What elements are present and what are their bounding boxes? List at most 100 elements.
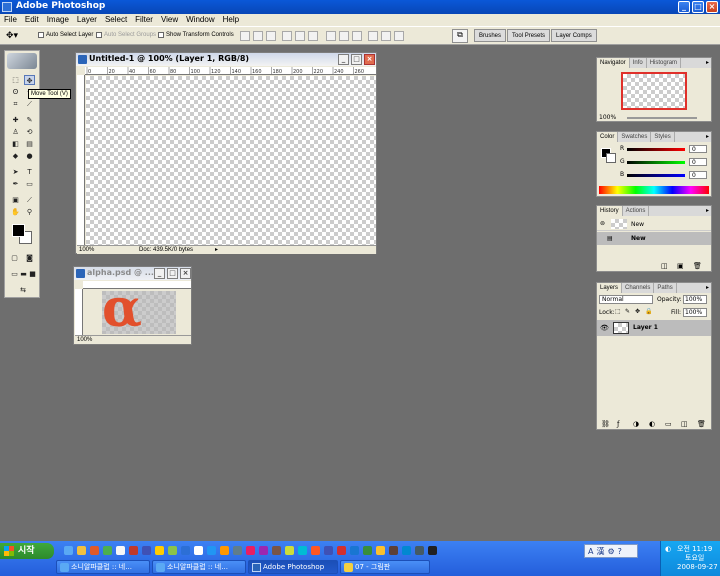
lang-a-icon[interactable]: A	[588, 547, 593, 556]
crop-tool-icon[interactable]: ⌗	[10, 99, 21, 109]
minimize-button[interactable]: _	[678, 1, 690, 13]
menu-image[interactable]: Image	[43, 14, 73, 26]
move-tool-icon[interactable]: ✥	[24, 75, 35, 85]
new-snapshot-icon[interactable]: ▣	[677, 262, 684, 270]
type-tool-icon[interactable]: T	[24, 167, 35, 177]
link-layers-icon[interactable]: ⛓	[601, 420, 610, 428]
align-left-icon[interactable]	[282, 31, 292, 41]
clone-stamp-icon[interactable]: ♙	[10, 127, 21, 137]
navigator-zoom[interactable]: 100%	[599, 114, 616, 121]
tab-navigator[interactable]: Navigator	[597, 58, 630, 68]
lang-settings-icon[interactable]: ⚙	[607, 547, 614, 556]
quicklaunch-app-icon[interactable]	[103, 546, 112, 555]
quicklaunch-app-icon[interactable]	[415, 546, 424, 555]
zoom-tool-icon[interactable]: ⚲	[24, 207, 35, 217]
document-window-alpha[interactable]: alpha.psd @ ... _ □ × α 100%	[73, 266, 192, 345]
healing-brush-icon[interactable]: ✚	[10, 115, 21, 125]
quicklaunch-app-icon[interactable]	[363, 546, 372, 555]
notes-tool-icon[interactable]: ▣	[10, 195, 21, 205]
tab-histogram[interactable]: Histogram	[647, 58, 682, 68]
quicklaunch-app-icon[interactable]	[298, 546, 307, 555]
align-hcenter-icon[interactable]	[295, 31, 305, 41]
quicklaunch-acrobat-icon[interactable]	[337, 546, 346, 555]
history-state[interactable]: ▤ New	[597, 232, 711, 245]
distribute-vcenter-icon[interactable]	[339, 31, 349, 41]
doc-minimize-button[interactable]: _	[154, 268, 165, 279]
quicklaunch-app-icon[interactable]	[194, 546, 203, 555]
channel-r-field[interactable]: 0	[689, 145, 707, 153]
quicklaunch-app-icon[interactable]	[285, 546, 294, 555]
dodge-tool-icon[interactable]: ●	[24, 151, 35, 161]
tray-volume-icon[interactable]: ◐	[665, 545, 671, 553]
quicklaunch-app-icon[interactable]	[324, 546, 333, 555]
navigator-preview[interactable]	[621, 72, 687, 110]
quicklaunch-app-icon[interactable]	[142, 546, 151, 555]
gradient-tool-icon[interactable]: ▤	[24, 139, 35, 149]
menu-window[interactable]: Window	[182, 14, 218, 26]
auto-select-layer-checkbox[interactable]: Auto Select Layer	[38, 32, 93, 38]
new-group-icon[interactable]: ▭	[665, 420, 672, 428]
document-window-untitled[interactable]: Untitled-1 @ 100% (Layer 1, RGB/8) _ □ ×…	[75, 52, 377, 254]
history-snapshot[interactable]: ⊚ New	[597, 217, 711, 231]
tab-paths[interactable]: Paths	[654, 283, 677, 293]
vertical-ruler[interactable]	[77, 75, 85, 246]
quick-mask-icon[interactable]: ◙	[24, 253, 35, 263]
color-ramp[interactable]	[599, 186, 709, 194]
eyedropper-tool-icon[interactable]: ⟋	[24, 195, 35, 205]
lock-all-icon[interactable]: 🔒	[645, 308, 652, 315]
well-tab-brushes[interactable]: Brushes	[474, 29, 507, 42]
taskbar-button[interactable]: 소니알파클럽 :: 네...	[56, 560, 150, 574]
tab-layers[interactable]: Layers	[597, 283, 623, 293]
menu-help[interactable]: Help	[219, 14, 243, 26]
show-transform-checkbox[interactable]: Show Transform Controls	[158, 32, 234, 38]
quicklaunch-app-icon[interactable]	[155, 546, 164, 555]
align-top-icon[interactable]	[240, 31, 250, 41]
blur-tool-icon[interactable]: ◆	[10, 151, 21, 161]
channel-g-slider[interactable]	[627, 161, 685, 164]
navigator-zoom-slider[interactable]	[627, 117, 697, 119]
zoom-level[interactable]: 100%	[77, 336, 92, 344]
distribute-bottom-icon[interactable]	[352, 31, 362, 41]
quicklaunch-app-icon[interactable]	[220, 546, 229, 555]
well-tab-tool-presets[interactable]: Tool Presets	[507, 29, 551, 42]
quicklaunch-app-icon[interactable]	[350, 546, 359, 555]
quicklaunch-app-icon[interactable]	[207, 546, 216, 555]
doc-maximize-button[interactable]: □	[351, 54, 362, 65]
quicklaunch-app-icon[interactable]	[129, 546, 138, 555]
distribute-top-icon[interactable]	[326, 31, 336, 41]
doc-minimize-button[interactable]: _	[338, 54, 349, 65]
quicklaunch-app-icon[interactable]	[233, 546, 242, 555]
shape-tool-icon[interactable]: ▭	[24, 179, 35, 189]
trash-icon[interactable]: 🗑	[693, 262, 702, 270]
fill-field[interactable]: 100%	[683, 308, 707, 317]
standard-mode-icon[interactable]: ▢	[9, 253, 20, 263]
taskbar-button-active[interactable]: Adobe Photoshop	[248, 560, 338, 574]
menu-select[interactable]: Select	[101, 14, 131, 26]
tab-swatches[interactable]: Swatches	[618, 132, 652, 142]
menu-filter[interactable]: Filter	[131, 14, 157, 26]
menu-layer[interactable]: Layer	[73, 14, 101, 26]
menu-file[interactable]: File	[0, 14, 21, 26]
tab-channels[interactable]: Channels	[622, 283, 655, 293]
vertical-ruler[interactable]	[75, 289, 83, 335]
tab-history[interactable]: History	[597, 206, 623, 216]
app-title-bar[interactable]: Adobe Photoshop _ □ ×	[0, 0, 720, 14]
start-button[interactable]: 시작	[0, 543, 54, 559]
brush-tool-icon[interactable]: ✎	[24, 115, 35, 125]
menu-view[interactable]: View	[157, 14, 182, 26]
screen-mode-full-icon[interactable]: ■	[27, 269, 38, 279]
palette-menu-icon[interactable]: ▸	[706, 59, 709, 66]
quicklaunch-firefox-icon[interactable]	[90, 546, 99, 555]
eraser-tool-icon[interactable]: ◧	[10, 139, 21, 149]
menu-edit[interactable]: Edit	[21, 14, 43, 26]
align-right-icon[interactable]	[308, 31, 318, 41]
slice-tool-icon[interactable]: ⟋	[24, 99, 35, 109]
quicklaunch-app-icon[interactable]	[168, 546, 177, 555]
path-selection-icon[interactable]: ➤	[10, 167, 21, 177]
marquee-tool-icon[interactable]: ⬚	[10, 75, 21, 85]
taskbar-button[interactable]: 소니알파클럽 :: 네...	[152, 560, 246, 574]
channel-g-field[interactable]: 0	[689, 158, 707, 166]
quicklaunch-app-icon[interactable]	[311, 546, 320, 555]
new-document-from-state-icon[interactable]: ◫	[661, 262, 668, 270]
status-arrow-icon[interactable]: ▸	[215, 246, 218, 254]
